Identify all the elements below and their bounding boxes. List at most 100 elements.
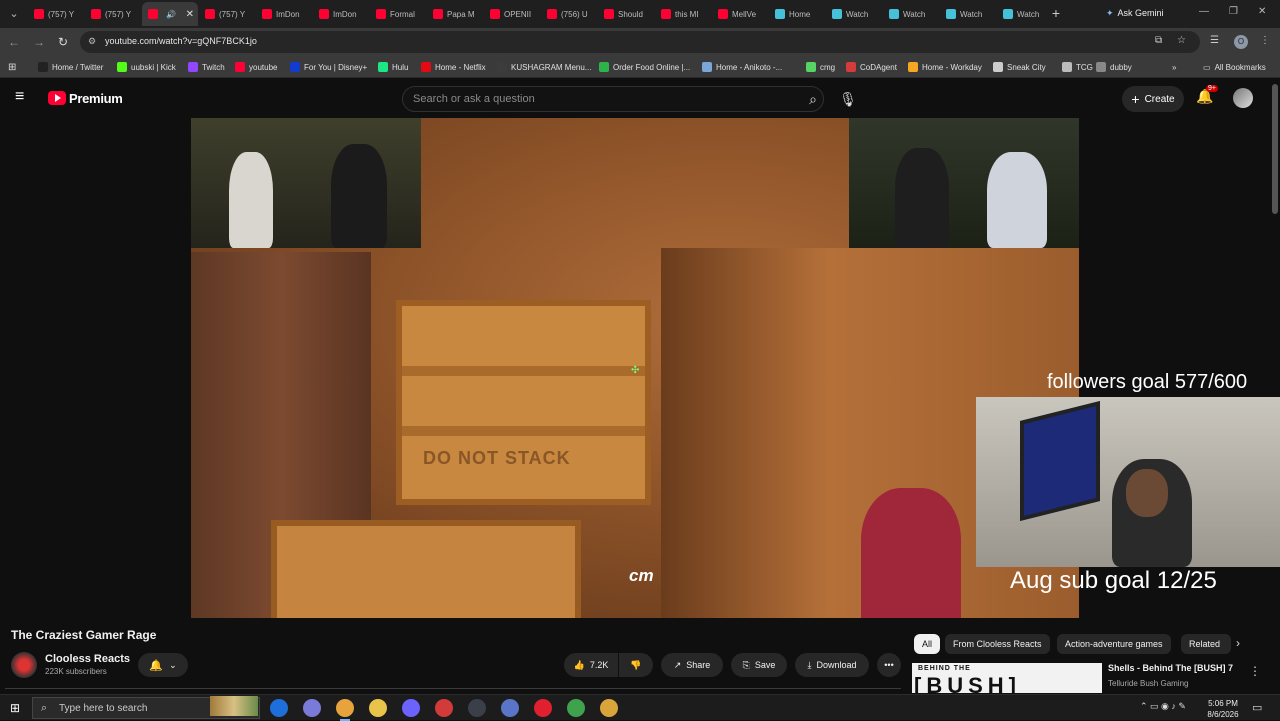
bookmark-item[interactable]: dubby <box>1096 60 1132 74</box>
new-tab-button[interactable]: + <box>1049 4 1063 22</box>
tab-search-icon[interactable]: ⌄ <box>4 4 24 24</box>
minimize-icon[interactable]: — <box>1199 6 1209 17</box>
search-input[interactable]: Search or ask a question ⌕ <box>402 86 824 112</box>
bookmark-item[interactable]: Hulu <box>378 60 408 74</box>
profile-avatar[interactable]: O <box>1234 35 1248 49</box>
browser-tab[interactable]: Watch <box>940 2 996 26</box>
app-icon[interactable] <box>501 699 519 717</box>
browser-tab[interactable]: Watch <box>997 2 1053 26</box>
browser-tab[interactable]: Papa M <box>427 2 483 26</box>
share-button[interactable]: ↗ Share <box>661 653 723 677</box>
file-explorer-icon[interactable] <box>369 699 387 717</box>
more-actions-button[interactable]: ••• <box>877 653 901 677</box>
browser-tab[interactable]: (756) U <box>541 2 597 26</box>
menu-icon[interactable]: ≡ <box>15 89 33 105</box>
close-window-icon[interactable]: ✕ <box>1258 6 1266 17</box>
browser-tab[interactable]: (757) Y <box>199 2 255 26</box>
bookmark-item[interactable]: For You | Disney+ <box>290 60 367 74</box>
chrome-icon-3[interactable] <box>600 699 618 717</box>
url-field[interactable]: ⚙ youtube.com/watch?v=gQNF7BCK1jo <box>80 31 1200 53</box>
microphone-icon[interactable]: 🎙 <box>836 86 860 112</box>
all-bookmarks[interactable]: ▭ All Bookmarks <box>1203 60 1266 74</box>
browser-tab[interactable]: Watch <box>826 2 882 26</box>
like-button[interactable]: 👍 7.2K <box>564 653 618 677</box>
browser-tab[interactable]: Should <box>598 2 654 26</box>
chip-from-channel[interactable]: From Clooless Reacts <box>945 634 1050 654</box>
media-player-icon[interactable] <box>435 699 453 717</box>
recommendation-menu-icon[interactable]: ⋮ <box>1249 664 1261 678</box>
account-avatar[interactable] <box>1233 88 1253 108</box>
youtube-logo-icon[interactable] <box>48 91 66 105</box>
bookmark-star-icon[interactable]: ☆ <box>1177 35 1186 46</box>
more-bookmarks-icon[interactable]: » <box>1172 60 1176 74</box>
save-button[interactable]: ⎘ Save <box>731 653 787 677</box>
download-button[interactable]: ⤓ Download <box>795 653 869 677</box>
search-icon[interactable]: ⌕ <box>809 91 817 108</box>
acrobat-icon[interactable] <box>534 699 552 717</box>
system-tray-icons[interactable]: ⌃ ▭ ◉ ♪ ✎ <box>1140 701 1186 712</box>
bookmark-item[interactable]: CoDAgent <box>846 60 897 74</box>
recommendation-channel[interactable]: Telluride Bush Gaming <box>1108 679 1188 688</box>
chrome-icon[interactable] <box>336 699 354 721</box>
tab-search-list-icon[interactable]: ☰ <box>1210 35 1219 46</box>
taskbar-clock[interactable]: 5:06 PM 8/6/2026 <box>1205 698 1241 720</box>
bookmark-item[interactable]: Home - Anikoto -... <box>702 60 782 74</box>
site-info-icon[interactable]: ⚙ <box>88 36 96 47</box>
ask-gemini-button[interactable]: ✦ Ask Gemini <box>1106 4 1164 22</box>
browser-tab[interactable]: (757) Y <box>85 2 141 26</box>
browser-tab[interactable]: ImDon <box>313 2 369 26</box>
page-scrollbar[interactable] <box>1272 84 1278 214</box>
video-player[interactable]: DO NOT STACK ✣ cm <box>191 118 1079 618</box>
chrome-profile-icon[interactable] <box>303 699 321 717</box>
bookmark-item[interactable]: Home - Netflix <box>421 60 486 74</box>
chevron-right-icon[interactable]: › <box>1236 636 1240 650</box>
bookmark-item[interactable]: uubski | Kick <box>117 60 176 74</box>
browser-tab[interactable]: ImDon <box>256 2 312 26</box>
reload-icon[interactable]: ↻ <box>55 34 71 50</box>
browser-tab[interactable]: MellVe <box>712 2 768 26</box>
search-highlight-image[interactable] <box>210 696 258 716</box>
bookmark-item[interactable]: TCG <box>1062 60 1093 74</box>
chrome-menu-icon[interactable]: ⋮ <box>1260 35 1270 46</box>
apps-grid-icon[interactable]: ⊞ <box>8 60 16 74</box>
create-button[interactable]: + Create <box>1122 86 1184 112</box>
bookmark-item[interactable]: Home / Twitter <box>38 60 103 74</box>
channel-name[interactable]: Clooless Reacts <box>45 653 130 665</box>
tab-favicon-icon <box>775 9 785 19</box>
chip-action-adventure[interactable]: Action-adventure games <box>1057 634 1171 654</box>
browser-tab[interactable]: Home <box>769 2 825 26</box>
install-app-icon[interactable]: ⧉ <box>1155 35 1162 46</box>
notification-center-icon[interactable]: ▭ <box>1252 701 1262 714</box>
browser-tab[interactable]: this MI <box>655 2 711 26</box>
youtube-premium-label[interactable]: Premium <box>69 91 123 106</box>
edge-icon[interactable] <box>270 699 288 717</box>
bookmark-item[interactable]: Home - Workday <box>908 60 982 74</box>
bookmark-item[interactable]: Sneak City <box>993 60 1046 74</box>
browser-tab[interactable]: Watch <box>883 2 939 26</box>
chrome-icon-2[interactable] <box>567 699 585 717</box>
back-icon[interactable]: ← <box>6 34 22 50</box>
dislike-button[interactable]: 👎 <box>619 653 653 677</box>
channel-avatar[interactable] <box>11 652 37 678</box>
browser-tab[interactable]: 🔊 ✕ <box>142 2 198 26</box>
browser-tab[interactable]: (757) Y <box>28 2 84 26</box>
steam-icon[interactable] <box>468 699 486 717</box>
discord-icon[interactable] <box>402 699 420 717</box>
recommendation-thumbnail[interactable]: BEHIND THE [BUSH] <box>912 663 1102 693</box>
browser-tab[interactable]: Formal <box>370 2 426 26</box>
chip-all[interactable]: All <box>914 634 941 654</box>
bookmark-item[interactable]: Order Food Online |... <box>599 60 690 74</box>
bookmark-item[interactable]: KUSHAGRAM Menu... <box>497 60 591 74</box>
tab-close-icon[interactable]: ✕ <box>186 9 198 20</box>
windows-start-icon[interactable]: ⊞ <box>10 701 20 715</box>
forward-icon[interactable]: → <box>31 34 47 50</box>
chip-related[interactable]: Related <box>1181 634 1231 654</box>
tab-audio-icon[interactable]: 🔊 <box>166 10 176 19</box>
browser-tab[interactable]: OPENII <box>484 2 540 26</box>
restore-icon[interactable]: ❐ <box>1229 6 1238 17</box>
subscribed-button[interactable]: 🔔 ⌄ <box>138 653 188 677</box>
recommendation-title[interactable]: Shells - Behind The [BUSH] 7 <box>1108 663 1233 673</box>
bookmark-item[interactable]: cmg <box>806 60 835 74</box>
bookmark-item[interactable]: youtube <box>235 60 277 74</box>
bookmark-item[interactable]: Twitch <box>188 60 225 74</box>
